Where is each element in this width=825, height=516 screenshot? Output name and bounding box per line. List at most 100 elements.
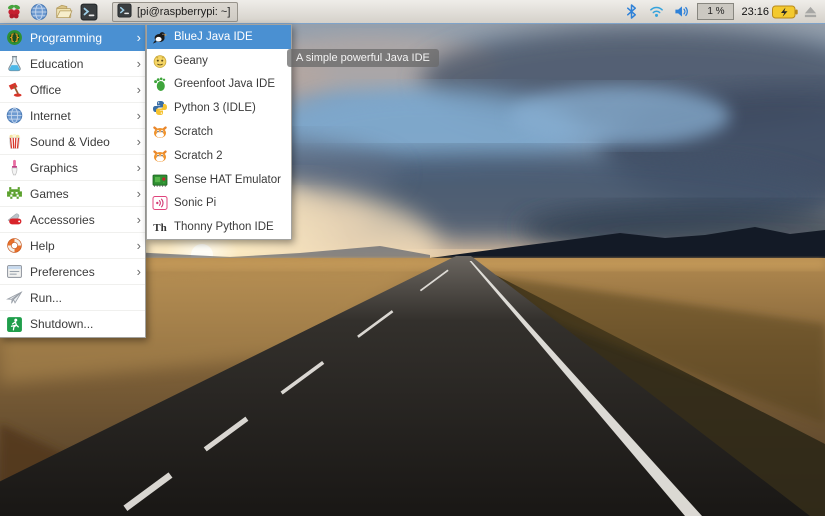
submenu-item-bluej-java-ide[interactable]: BlueJ Java IDE bbox=[147, 25, 291, 49]
submenu-item-label: Thonny Python IDE bbox=[174, 221, 274, 233]
submenu-item-sense-hat-emulator[interactable]: Sense HAT Emulator bbox=[147, 168, 291, 192]
thonny-icon: Th bbox=[152, 219, 168, 235]
battery-icon bbox=[772, 5, 798, 19]
greenfoot-icon bbox=[152, 76, 168, 92]
taskbar-window-button[interactable]: [pi@raspberrypi: ~] bbox=[112, 2, 238, 22]
menu-item-label: Graphics bbox=[30, 161, 130, 175]
file-manager-button[interactable] bbox=[54, 2, 74, 22]
sense-hat-icon bbox=[152, 172, 168, 188]
applications-menu: {} Programming › Education › Office › In… bbox=[0, 24, 146, 338]
menu-item-internet[interactable]: Internet › bbox=[0, 103, 145, 129]
submenu-item-label: BlueJ Java IDE bbox=[174, 31, 253, 43]
submenu-item-greenfoot-java-ide[interactable]: Greenfoot Java IDE bbox=[147, 73, 291, 97]
menu-item-label: Internet bbox=[30, 109, 130, 123]
office-icon bbox=[6, 81, 23, 98]
shutdown-icon bbox=[6, 316, 23, 333]
accessories-icon bbox=[6, 211, 23, 228]
menu-item-label: Games bbox=[30, 187, 130, 201]
menu-button[interactable] bbox=[4, 2, 24, 22]
menu-item-help[interactable]: Help › bbox=[0, 233, 145, 259]
wifi-button[interactable] bbox=[647, 3, 665, 21]
submenu-item-label: Greenfoot Java IDE bbox=[174, 78, 275, 90]
help-icon bbox=[6, 237, 23, 254]
submenu-arrow-icon: › bbox=[137, 83, 141, 96]
submenu-item-sonic-pi[interactable]: Sonic Pi bbox=[147, 192, 291, 216]
menu-item-label: Accessories bbox=[30, 213, 130, 227]
volume-icon bbox=[674, 4, 689, 19]
menu-item-graphics[interactable]: Graphics › bbox=[0, 155, 145, 181]
folder-icon bbox=[55, 3, 73, 21]
battery-indicator[interactable] bbox=[776, 3, 794, 21]
graphics-icon bbox=[6, 159, 23, 176]
menu-item-label: Education bbox=[30, 57, 130, 71]
globe-icon bbox=[30, 3, 48, 21]
geany-icon bbox=[152, 53, 168, 69]
submenu-item-python-3-idle[interactable]: Python 3 (IDLE) bbox=[147, 96, 291, 120]
taskbar-status-area: 1 % 23:16 bbox=[622, 3, 821, 21]
menu-item-sound-video[interactable]: Sound & Video › bbox=[0, 129, 145, 155]
menu-item-label: Office bbox=[30, 83, 130, 97]
desktop-screen: [pi@raspberrypi: ~] 1 % 23:16 {} Program… bbox=[0, 0, 825, 516]
submenu-item-thonny-python-ide[interactable]: Th Thonny Python IDE bbox=[147, 215, 291, 239]
eject-button[interactable] bbox=[801, 3, 819, 21]
internet-icon bbox=[6, 107, 23, 124]
submenu-item-label: Sonic Pi bbox=[174, 197, 216, 209]
submenu-arrow-icon: › bbox=[137, 265, 141, 278]
menu-item-preferences[interactable]: Preferences › bbox=[0, 259, 145, 285]
raspberry-icon bbox=[5, 3, 23, 21]
menu-item-shutdown[interactable]: Shutdown... › bbox=[0, 311, 145, 337]
menu-item-games[interactable]: Games › bbox=[0, 181, 145, 207]
volume-button[interactable] bbox=[672, 3, 690, 21]
submenu-arrow-icon: › bbox=[137, 161, 141, 174]
menu-item-label: Run... bbox=[30, 291, 130, 305]
submenu-item-label: Scratch bbox=[174, 126, 213, 138]
menu-item-office[interactable]: Office › bbox=[0, 77, 145, 103]
clock: 23:16 bbox=[741, 6, 769, 18]
menu-item-run[interactable]: Run... › bbox=[0, 285, 145, 311]
python-icon bbox=[152, 100, 168, 116]
programming-icon: {} bbox=[6, 29, 23, 46]
terminal-button[interactable] bbox=[79, 2, 99, 22]
cpu-monitor[interactable]: 1 % bbox=[697, 3, 734, 20]
submenu-arrow-icon: › bbox=[137, 31, 141, 44]
menu-item-accessories[interactable]: Accessories › bbox=[0, 207, 145, 233]
run-icon bbox=[6, 289, 23, 306]
sound-video-icon bbox=[6, 133, 23, 150]
bluetooth-button[interactable] bbox=[622, 3, 640, 21]
svg-text:Th: Th bbox=[153, 222, 166, 234]
preferences-icon bbox=[6, 263, 23, 280]
menu-item-programming[interactable]: {} Programming › bbox=[0, 25, 145, 51]
submenu-arrow-icon: › bbox=[137, 239, 141, 252]
menu-item-education[interactable]: Education › bbox=[0, 51, 145, 77]
submenu-item-label: Scratch 2 bbox=[174, 150, 223, 162]
menu-item-label: Programming bbox=[30, 31, 130, 45]
submenu-item-label: Python 3 (IDLE) bbox=[174, 102, 256, 114]
terminal-icon bbox=[117, 3, 132, 21]
submenu-arrow-icon: › bbox=[137, 109, 141, 122]
games-icon bbox=[6, 185, 23, 202]
programming-submenu: BlueJ Java IDE Geany Greenfoot Java IDE … bbox=[146, 24, 292, 240]
submenu-item-scratch-2[interactable]: Scratch 2 bbox=[147, 144, 291, 168]
submenu-arrow-icon: › bbox=[137, 187, 141, 200]
submenu-item-label: Geany bbox=[174, 55, 208, 67]
submenu-item-scratch[interactable]: Scratch bbox=[147, 120, 291, 144]
menu-item-label: Preferences bbox=[30, 265, 130, 279]
eject-icon bbox=[803, 4, 818, 19]
education-icon bbox=[6, 55, 23, 72]
wifi-icon bbox=[649, 4, 664, 19]
cpu-usage-label: 1 % bbox=[707, 6, 724, 17]
bluetooth-icon bbox=[624, 4, 639, 19]
svg-text:{}: {} bbox=[9, 33, 19, 43]
submenu-arrow-icon: › bbox=[137, 57, 141, 70]
menu-item-label: Shutdown... bbox=[30, 317, 130, 331]
scratch2-icon bbox=[152, 148, 168, 164]
scratch-icon bbox=[152, 124, 168, 140]
bluej-icon bbox=[152, 29, 168, 45]
submenu-item-geany[interactable]: Geany bbox=[147, 49, 291, 73]
browser-button[interactable] bbox=[29, 2, 49, 22]
window-title: [pi@raspberrypi: ~] bbox=[137, 6, 230, 18]
submenu-item-label: Sense HAT Emulator bbox=[174, 174, 281, 186]
submenu-arrow-icon: › bbox=[137, 213, 141, 226]
sonic-pi-icon bbox=[152, 195, 168, 211]
tooltip: A simple powerful Java IDE bbox=[287, 49, 439, 67]
